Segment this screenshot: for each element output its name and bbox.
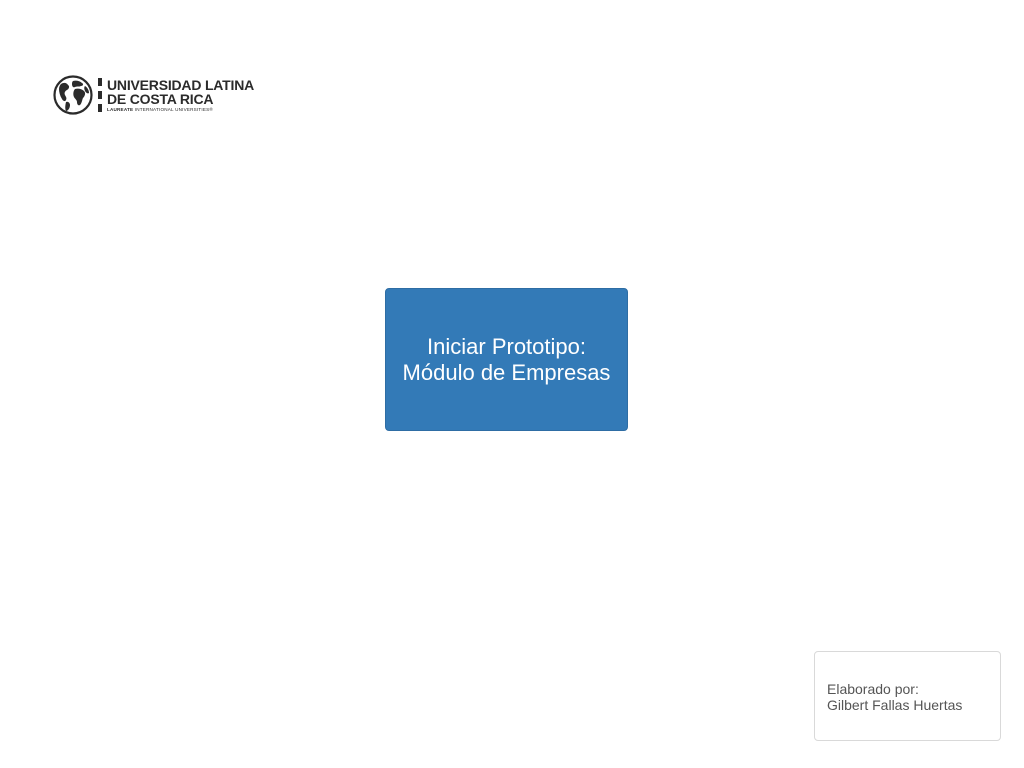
- author-label: Elaborado por:: [827, 681, 919, 697]
- logo-separator: [98, 78, 102, 112]
- start-prototype-button[interactable]: Iniciar Prototipo: Módulo de Empresas: [385, 288, 628, 431]
- logo-name-line2: DE COSTA RICA: [107, 90, 214, 107]
- logo-text: UNIVERSIDAD LATINA DE COSTA RICA LAUREAT…: [107, 78, 254, 113]
- author-card: Elaborado por: Gilbert Fallas Huertas: [814, 651, 1001, 741]
- globe-icon: [53, 75, 93, 115]
- start-button-line2: Módulo de Empresas: [402, 359, 611, 385]
- university-logo: UNIVERSIDAD LATINA DE COSTA RICA LAUREAT…: [53, 74, 263, 116]
- logo-tagline: LAUREATE INTERNATIONAL UNIVERSITIES®: [107, 106, 213, 112]
- logo-name-line1: UNIVERSIDAD LATINA: [107, 76, 255, 93]
- start-button-line1: Iniciar Prototipo:: [427, 333, 586, 359]
- page: UNIVERSIDAD LATINA DE COSTA RICA LAUREAT…: [0, 0, 1024, 768]
- author-name: Gilbert Fallas Huertas: [827, 697, 963, 713]
